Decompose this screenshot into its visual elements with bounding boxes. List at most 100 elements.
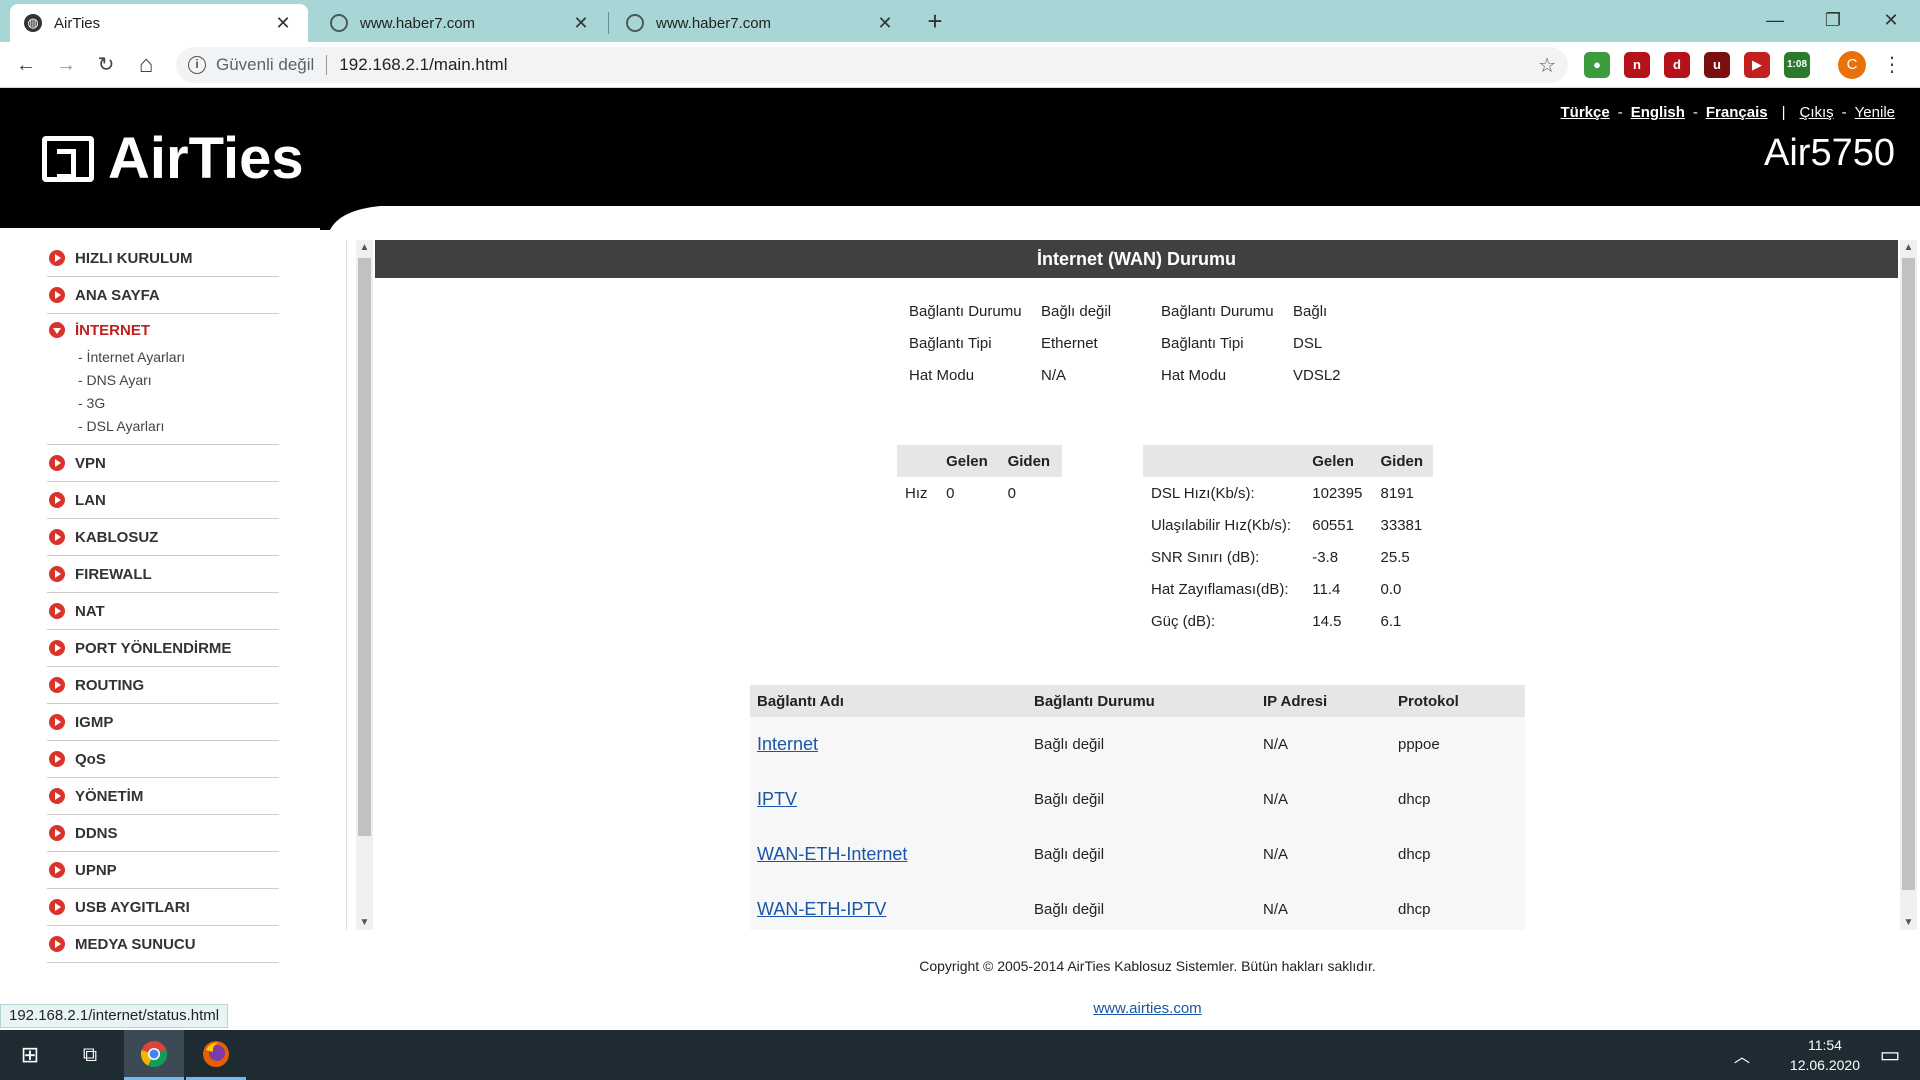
sidebar-item-11[interactable]: QoS bbox=[47, 741, 279, 778]
connections-table: Bağlantı Adı Bağlantı Durumu IP Adresi P… bbox=[750, 685, 1525, 930]
sidebar-item-5[interactable]: KABLOSUZ bbox=[47, 519, 279, 556]
refresh-link[interactable]: Yenile bbox=[1855, 104, 1895, 121]
sidebar-item-1[interactable]: ANA SAYFA bbox=[47, 277, 279, 314]
conn-header: Bağlantı Adı bbox=[750, 685, 1027, 717]
sidebar-item-13[interactable]: DDNS bbox=[47, 815, 279, 852]
footer-copyright: Copyright © 2005-2014 AirTies Kablosuz S… bbox=[919, 958, 1376, 974]
home-button[interactable]: ⌂ bbox=[130, 49, 162, 81]
scrollbar-thumb[interactable] bbox=[358, 258, 371, 836]
scroll-up-icon[interactable]: ▲ bbox=[1900, 242, 1917, 253]
clock-date: 12.06.2020 bbox=[1789, 1057, 1860, 1073]
close-icon[interactable]: ✕ bbox=[874, 13, 896, 34]
conn-name-cell: Internet bbox=[750, 717, 1027, 772]
tab-title: AirTies bbox=[54, 14, 101, 32]
content-scrollbar[interactable]: ▲ ▼ bbox=[1900, 240, 1917, 930]
connection-link[interactable]: WAN-ETH-Internet bbox=[757, 844, 907, 864]
sidebar-item-label: NAT bbox=[75, 602, 105, 620]
firefox-taskbar-button[interactable] bbox=[186, 1030, 246, 1080]
lang-french-link[interactable]: Français bbox=[1706, 104, 1768, 121]
sidebar-item-7[interactable]: NAT bbox=[47, 593, 279, 630]
sidebar-item-10[interactable]: IGMP bbox=[47, 704, 279, 741]
close-icon[interactable]: ✕ bbox=[570, 13, 592, 34]
dsl-header bbox=[1143, 445, 1305, 477]
sidebar-divider bbox=[346, 240, 347, 930]
conn-header: Protokol bbox=[1391, 685, 1525, 717]
chrome-taskbar-button[interactable] bbox=[124, 1030, 184, 1080]
maximize-button[interactable]: ❐ bbox=[1810, 4, 1856, 36]
info-icon[interactable]: i bbox=[188, 56, 206, 74]
lang-english-link[interactable]: English bbox=[1631, 104, 1685, 121]
sidebar-subitem-0[interactable]: - İnternet Ayarları bbox=[47, 346, 185, 369]
sidebar-item-2[interactable]: İNTERNET - İnternet Ayarları - DNS Ayarı - … bbox=[47, 314, 279, 445]
sidebar-item-8[interactable]: PORT YÖNLENDİRME bbox=[47, 630, 279, 667]
sidebar-item-6[interactable]: FIREWALL bbox=[47, 556, 279, 593]
tray-chevron-icon[interactable]: ︿ bbox=[1722, 1030, 1762, 1080]
conn-header: Bağlantı Durumu bbox=[1027, 685, 1256, 717]
browser-menu-icon[interactable]: ⋮ bbox=[1882, 50, 1902, 80]
arrow-bullet-icon bbox=[49, 492, 65, 508]
task-view-icon[interactable]: ⧉ bbox=[60, 1030, 120, 1080]
arrow-bullet-icon bbox=[49, 250, 65, 266]
d-icon[interactable]: d bbox=[1664, 52, 1690, 78]
sidebar-item-3[interactable]: VPN bbox=[47, 445, 279, 482]
dsl-cell: 25.5 bbox=[1380, 548, 1410, 566]
scroll-up-icon[interactable]: ▲ bbox=[356, 242, 373, 253]
reload-button[interactable]: ↻ bbox=[90, 49, 122, 81]
ublock-icon[interactable]: u bbox=[1704, 52, 1730, 78]
start-icon[interactable]: ⊞ bbox=[0, 1030, 60, 1080]
play-icon[interactable]: ▶ bbox=[1744, 52, 1770, 78]
scroll-down-icon[interactable]: ▼ bbox=[356, 917, 373, 928]
profile-avatar[interactable]: C bbox=[1838, 51, 1866, 79]
notification-icon[interactable]: ▭ bbox=[1860, 1030, 1920, 1080]
globe-icon bbox=[626, 14, 644, 32]
sidebar-item-12[interactable]: YÖNETİM bbox=[47, 778, 279, 815]
url-text[interactable]: 192.168.2.1/main.html bbox=[339, 55, 507, 75]
conn-cell: dhcp bbox=[1391, 772, 1525, 827]
lang-turkish-link[interactable]: Türkçe bbox=[1561, 104, 1610, 121]
sidebar-subitem-2[interactable]: - 3G bbox=[47, 392, 105, 415]
tab-haber7-2[interactable]: www.haber7.com ✕ bbox=[612, 4, 910, 42]
sidebar-scrollbar[interactable]: ▲ ▼ bbox=[356, 240, 373, 930]
sidebar-item-14[interactable]: UPNP bbox=[47, 852, 279, 889]
conn-cell: Bağlı değil bbox=[1027, 882, 1256, 930]
conn-cell: Bağlı değil bbox=[1027, 717, 1256, 772]
sidebar-item-4[interactable]: LAN bbox=[47, 482, 279, 519]
address-bar[interactable]: i Güvenli değil 192.168.2.1/main.html ☆ bbox=[176, 47, 1568, 83]
bookmark-star-icon[interactable]: ☆ bbox=[1538, 53, 1556, 78]
globe-icon[interactable]: ● bbox=[1584, 52, 1610, 78]
connection-link[interactable]: IPTV bbox=[757, 789, 797, 809]
sidebar-item-label: KABLOSUZ bbox=[75, 528, 159, 546]
scroll-down-icon[interactable]: ▼ bbox=[1900, 917, 1917, 928]
sidebar-item-9[interactable]: ROUTING bbox=[47, 667, 279, 704]
bar-separator: | bbox=[1781, 104, 1786, 121]
tab-airties[interactable]: ◍ AirTies ✕ bbox=[10, 4, 308, 42]
sidebar-item-15[interactable]: USB AYGITLARI bbox=[47, 889, 279, 926]
forward-button[interactable]: → bbox=[50, 49, 82, 81]
dsl-cell: 60551 bbox=[1312, 516, 1354, 534]
connection-link[interactable]: Internet bbox=[757, 734, 818, 754]
close-window-button[interactable]: ✕ bbox=[1868, 4, 1914, 36]
sidebar-item-label: MEDYA SUNUCU bbox=[75, 935, 196, 953]
sidebar-subitem-1[interactable]: - DNS Ayarı bbox=[47, 369, 152, 392]
tab-haber7-1[interactable]: www.haber7.com ✕ bbox=[316, 4, 606, 42]
dsl-row: Güç (dB): 14.5 6.1 bbox=[1143, 605, 1433, 637]
sidebar-subitem-3[interactable]: - DSL Ayarları bbox=[47, 415, 164, 438]
arrow-bullet-icon bbox=[49, 566, 65, 582]
back-button[interactable]: ← bbox=[10, 49, 42, 81]
scrollbar-thumb[interactable] bbox=[1902, 258, 1915, 890]
sidebar-item-0[interactable]: HIZLI KURULUM bbox=[47, 240, 279, 277]
connection-link[interactable]: WAN-ETH-IPTV bbox=[757, 899, 886, 919]
table-row: WAN-ETH-Internet Bağlı değil N/A dhcp bbox=[750, 827, 1525, 882]
sidebar-item-head[interactable]: İNTERNET bbox=[47, 314, 150, 346]
system-clock[interactable]: 11:54 12.06.2020 bbox=[1790, 1035, 1860, 1075]
n-icon[interactable]: n bbox=[1624, 52, 1650, 78]
logout-link[interactable]: Çıkış bbox=[1800, 104, 1834, 121]
arrow-bullet-icon bbox=[49, 714, 65, 730]
status-right-value-2: VDSL2 bbox=[1293, 367, 1341, 384]
close-icon[interactable]: ✕ bbox=[272, 13, 294, 34]
new-tab-button[interactable]: + bbox=[920, 6, 950, 36]
sidebar-item-label: UPNP bbox=[75, 861, 117, 879]
airties-website-link[interactable]: www.airties.com bbox=[1093, 1000, 1201, 1017]
battery-icon[interactable]: 1:08 bbox=[1784, 52, 1810, 78]
minimize-button[interactable]: — bbox=[1752, 4, 1798, 36]
